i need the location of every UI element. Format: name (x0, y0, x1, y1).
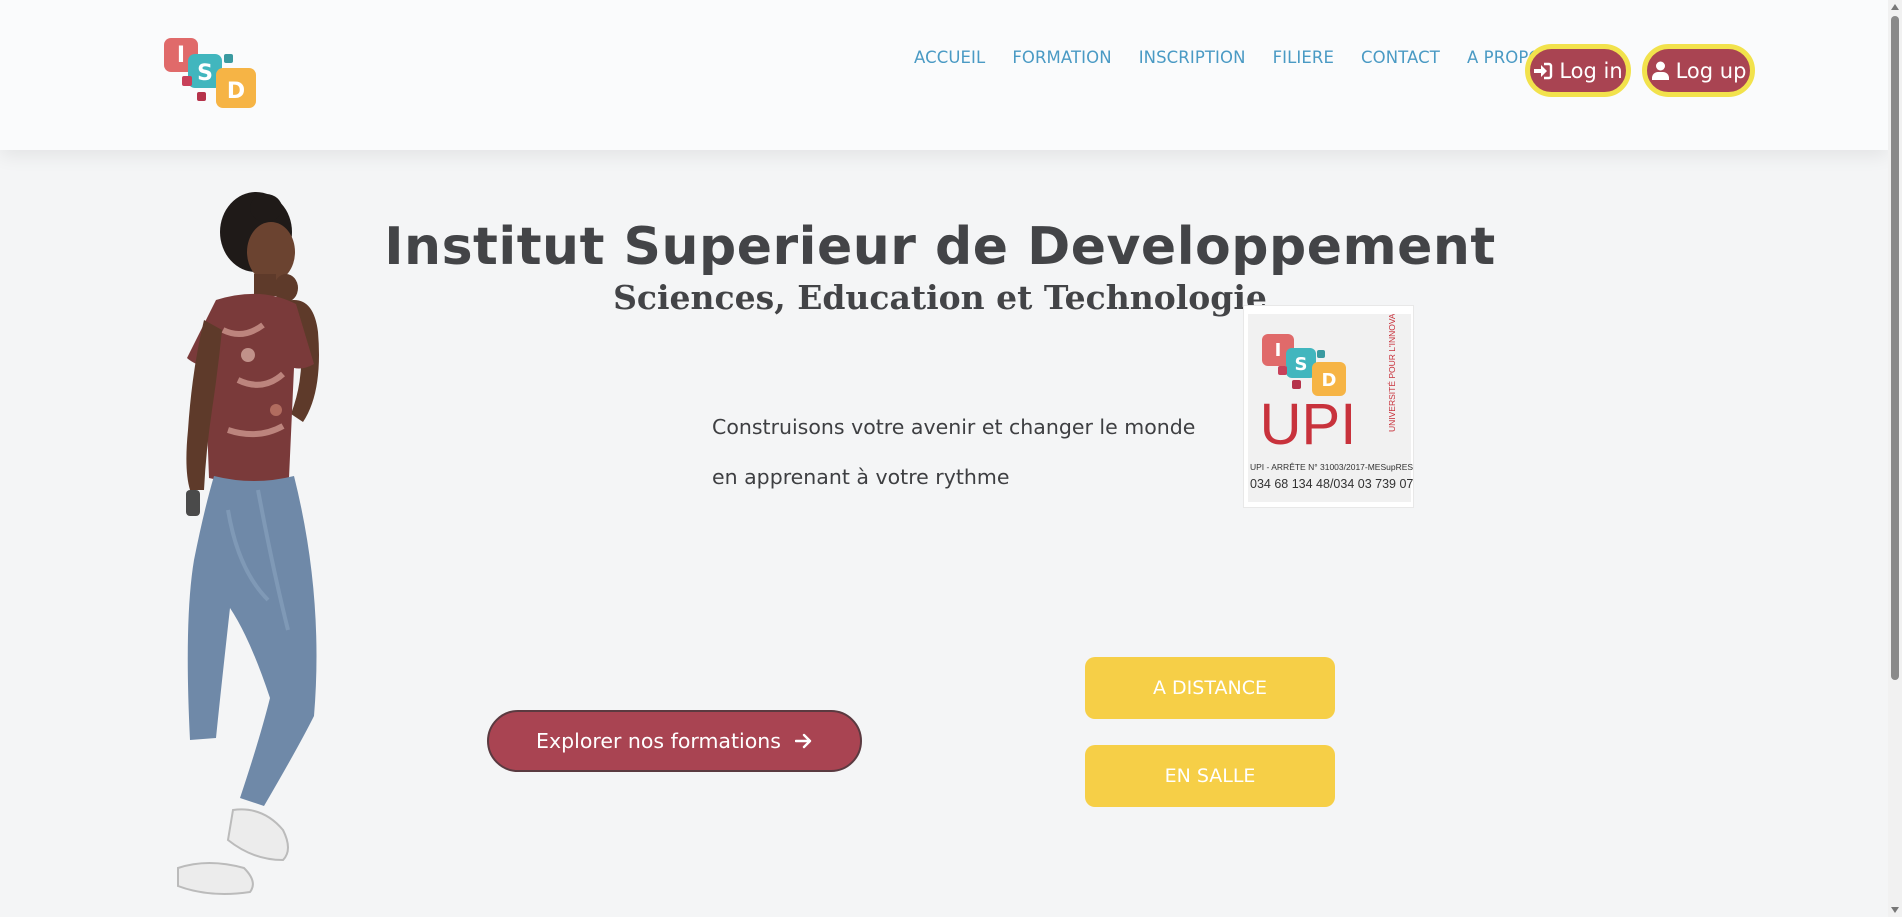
nav-contact[interactable]: CONTACT (1361, 48, 1440, 67)
isd-logo[interactable]: I S D (164, 38, 264, 112)
site-header: I S D ACCUEIL FORMATION INSCRIPTION FILI… (0, 0, 1888, 150)
logo-letter-d: D (227, 79, 245, 104)
upi-letter-s: S (1295, 354, 1308, 375)
page-subtitle: Sciences, Education et Technologie (613, 278, 1267, 317)
en-salle-button[interactable]: EN SALLE (1085, 745, 1335, 807)
nav-inscription[interactable]: INSCRIPTION (1139, 48, 1246, 67)
page-title: Institut Superieur de Developpement (384, 217, 1496, 277)
main-nav: ACCUEIL FORMATION INSCRIPTION FILIERE CO… (914, 48, 1579, 67)
tagline-line-1: Construisons votre avenir et changer le … (712, 415, 1196, 439)
upi-badge: I S D UPI UNIVERSITÉ POUR L'INNOVATION U… (1243, 305, 1414, 508)
student-photo (177, 192, 319, 895)
a-distance-button[interactable]: A DISTANCE (1085, 657, 1335, 719)
sign-in-icon (1534, 62, 1553, 79)
scrollbar-thumb[interactable] (1891, 16, 1899, 680)
page-scrollbar[interactable] (1888, 0, 1902, 917)
scroll-up-arrow-icon[interactable] (1891, 4, 1899, 10)
user-icon (1651, 61, 1669, 80)
logo-letter-i: I (177, 43, 185, 68)
logup-button[interactable]: Log up (1642, 44, 1755, 97)
upi-letter-d: D (1322, 370, 1337, 391)
logo-letter-s: S (197, 61, 213, 86)
login-label: Log in (1559, 58, 1623, 83)
upi-letter-i: I (1275, 340, 1282, 361)
nav-filiere[interactable]: FILIERE (1273, 48, 1334, 67)
en-salle-label: EN SALLE (1164, 765, 1256, 787)
nav-accueil[interactable]: ACCUEIL (914, 48, 985, 67)
logup-label: Log up (1675, 58, 1747, 83)
login-button[interactable]: Log in (1525, 44, 1631, 97)
upi-phones: 034 68 134 48/034 03 739 07 (1250, 477, 1414, 491)
upi-wordmark: UPI (1260, 392, 1357, 457)
arrow-right-icon (794, 733, 812, 749)
explore-label: Explorer nos formations (536, 729, 781, 753)
upi-logo: I S D UPI UNIVERSITÉ POUR L'INNOVATION (1260, 314, 1397, 457)
scroll-down-arrow-icon[interactable] (1891, 907, 1899, 913)
explore-formations-button[interactable]: Explorer nos formations (487, 710, 862, 772)
upi-side-text: UNIVERSITÉ POUR L'INNOVATION (1387, 314, 1397, 432)
a-distance-label: A DISTANCE (1153, 677, 1267, 699)
tagline-line-2: en apprenant à votre rythme (712, 465, 1010, 489)
upi-arrete: UPI - ARRÊTE N° 31003/2017-MESupRES (1250, 462, 1414, 472)
nav-formation[interactable]: FORMATION (1012, 48, 1111, 67)
